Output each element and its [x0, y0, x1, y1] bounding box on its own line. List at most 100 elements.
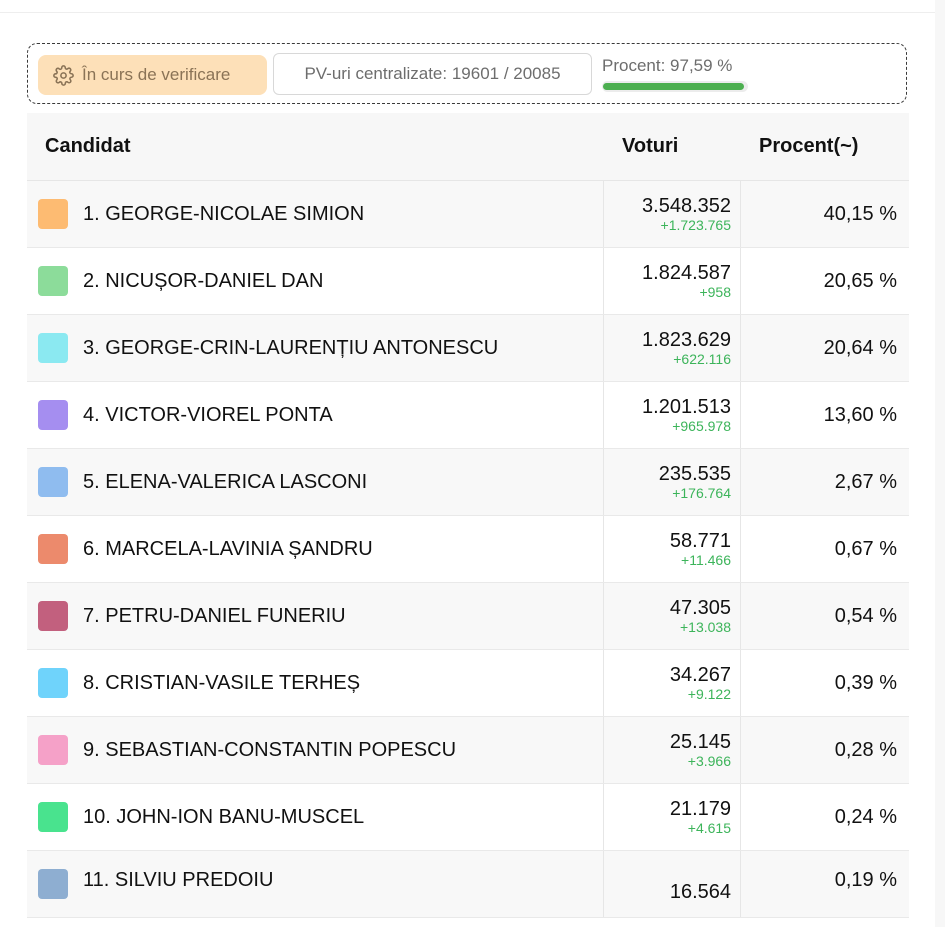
votes-delta: +176.764 [672, 485, 731, 501]
votes-cell: 47.305 +13.038 [670, 597, 731, 636]
column-divider [740, 650, 741, 716]
column-divider [603, 583, 604, 649]
percent-value: 0,54 % [834, 604, 897, 627]
votes-delta: +965.978 [672, 418, 731, 434]
candidate-color-swatch [38, 467, 68, 497]
status-bar: În curs de verificare PV-uri centralizat… [27, 43, 907, 104]
candidate-color-swatch [38, 534, 68, 564]
candidate-color-swatch [38, 735, 68, 765]
table-body: 1. GEORGE-NICOLAE SIMION 3.548.352 +1.723.… [27, 181, 909, 918]
votes-cell: 58.771 +11.466 [670, 530, 731, 569]
votes-value: 47.305 [669, 597, 731, 619]
table-row[interactable]: 8. CRISTIAN-VASILE TERHEȘ 34.267 +9.122 0,3… [27, 650, 909, 717]
progress-bar-track [602, 81, 748, 92]
status-label: În curs de verificare [82, 65, 231, 84]
votes-delta: +958 [699, 284, 731, 300]
votes-value: 1.824.587 [642, 262, 731, 284]
pv-count-text: PV-uri centralizate: 19601 / 20085 [304, 64, 561, 83]
candidate-name: 5. ELENA-VALERICA LASCONI [83, 470, 368, 493]
gear-icon [53, 64, 74, 86]
votes-delta: +1.723.765 [660, 217, 731, 233]
percent-value: 20,64 % [823, 336, 897, 359]
header-candidate[interactable]: Candidat [45, 113, 131, 180]
candidate-color-swatch [38, 199, 68, 229]
votes-delta: +9.122 [687, 686, 731, 702]
column-divider [740, 248, 741, 314]
votes-cell: 1.824.587 +958 [642, 262, 731, 301]
votes-delta: +11.466 [681, 552, 731, 568]
table-row[interactable]: 10. JOHN-ION BANU-MUSCEL 21.179 +4.615 0,24… [27, 784, 909, 851]
table-row[interactable]: 3. GEORGE-CRIN-LAURENȚIU ANTONESCU 1.823.… [27, 315, 909, 382]
column-divider [603, 315, 604, 381]
column-divider [603, 181, 604, 247]
table-row[interactable]: 9. SEBASTIAN-CONSTANTIN POPESCU 25.145 +3.… [27, 717, 909, 784]
percent-value: 40,15 % [823, 202, 897, 225]
votes-cell: 1.201.513 +965.978 [642, 396, 731, 435]
column-divider [603, 248, 604, 314]
percent-value: 0,24 % [834, 805, 897, 828]
votes-delta: +622.116 [673, 351, 731, 367]
percent-value: 20,65 % [823, 269, 897, 292]
candidate-color-swatch [38, 668, 68, 698]
column-divider [603, 851, 604, 917]
results-table: Candidat Voturi Procent(~) 1. GEORGE-NIC… [27, 113, 909, 918]
percent-value: 0,19 % [834, 868, 897, 891]
candidate-name: 6. MARCELA-LAVINIA ȘANDRU [83, 537, 373, 560]
votes-cell: 16.564 [670, 881, 731, 903]
table-row[interactable]: 2. NICUȘOR-DANIEL DAN 1.824.587 +958 20,65 … [27, 248, 909, 315]
candidate-color-swatch [38, 333, 68, 363]
column-divider [740, 449, 741, 515]
votes-value: 25.145 [669, 731, 731, 753]
column-divider [740, 851, 741, 917]
progress-bar-fill [603, 83, 744, 90]
votes-value: 1.201.513 [642, 396, 731, 418]
votes-value: 58.771 [669, 530, 731, 552]
header-votes[interactable]: Voturi [622, 113, 678, 180]
votes-cell: 34.267 +9.122 [670, 664, 731, 703]
column-divider [603, 516, 604, 582]
candidate-name: 7. PETRU-DANIEL FUNERIU [83, 604, 346, 627]
table-row[interactable]: 5. ELENA-VALERICA LASCONI 235.535 +176.764… [27, 449, 909, 516]
column-divider [740, 315, 741, 381]
candidate-name: 4. VICTOR-VIOREL PONTA [83, 403, 333, 426]
percent-value: 0,39 % [834, 671, 897, 694]
scrollbar-track[interactable] [935, 0, 945, 927]
column-divider [603, 717, 604, 783]
candidate-name: 11. SILVIU PREDOIU [83, 868, 274, 891]
percent-value: 2,67 % [834, 470, 897, 493]
candidate-name: 10. JOHN-ION BANU-MUSCEL [83, 805, 365, 828]
votes-delta: +4.615 [687, 820, 731, 836]
candidate-color-swatch [38, 400, 68, 430]
progress-block: Procent: 97,59 % [602, 56, 752, 92]
header-percent[interactable]: Procent(~) [759, 113, 858, 180]
top-divider [0, 12, 935, 13]
column-divider [740, 717, 741, 783]
votes-cell: 1.823.629 +622.116 [642, 329, 731, 368]
table-row[interactable]: 6. MARCELA-LAVINIA ȘANDRU 58.771 +11.466 0,… [27, 516, 909, 583]
votes-value: 235.535 [658, 463, 731, 485]
candidate-color-swatch [38, 266, 68, 296]
column-divider [603, 449, 604, 515]
votes-value: 34.267 [669, 664, 731, 686]
progress-percent-text: Procent: 97,59 % [602, 56, 733, 75]
table-row[interactable]: 4. VICTOR-VIOREL PONTA 1.201.513 +965.978 1… [27, 382, 909, 449]
table-row[interactable]: 7. PETRU-DANIEL FUNERIU 47.305 +13.038 0,54… [27, 583, 909, 650]
pv-count-box: PV-uri centralizate: 19601 / 20085 [273, 53, 592, 95]
candidate-color-swatch [38, 601, 68, 631]
votes-delta: +13.038 [680, 619, 731, 635]
column-divider [740, 516, 741, 582]
votes-delta: +3.966 [687, 753, 731, 769]
candidate-color-swatch [38, 802, 68, 832]
table-header: Candidat Voturi Procent(~) [27, 113, 909, 181]
votes-cell: 235.535 +176.764 [659, 463, 731, 502]
votes-cell: 21.179 +4.615 [670, 798, 731, 837]
votes-cell: 25.145 +3.966 [670, 731, 731, 770]
table-row[interactable]: 1. GEORGE-NICOLAE SIMION 3.548.352 +1.723.… [27, 181, 909, 248]
percent-value: 0,67 % [834, 537, 897, 560]
votes-value: 1.823.629 [642, 329, 731, 351]
column-divider [603, 650, 604, 716]
table-row[interactable]: 11. SILVIU PREDOIU 16.564 0,19 % [27, 851, 909, 918]
votes-cell: 3.548.352 +1.723.765 [642, 195, 731, 234]
column-divider [740, 181, 741, 247]
votes-value: 3.548.352 [642, 195, 731, 217]
